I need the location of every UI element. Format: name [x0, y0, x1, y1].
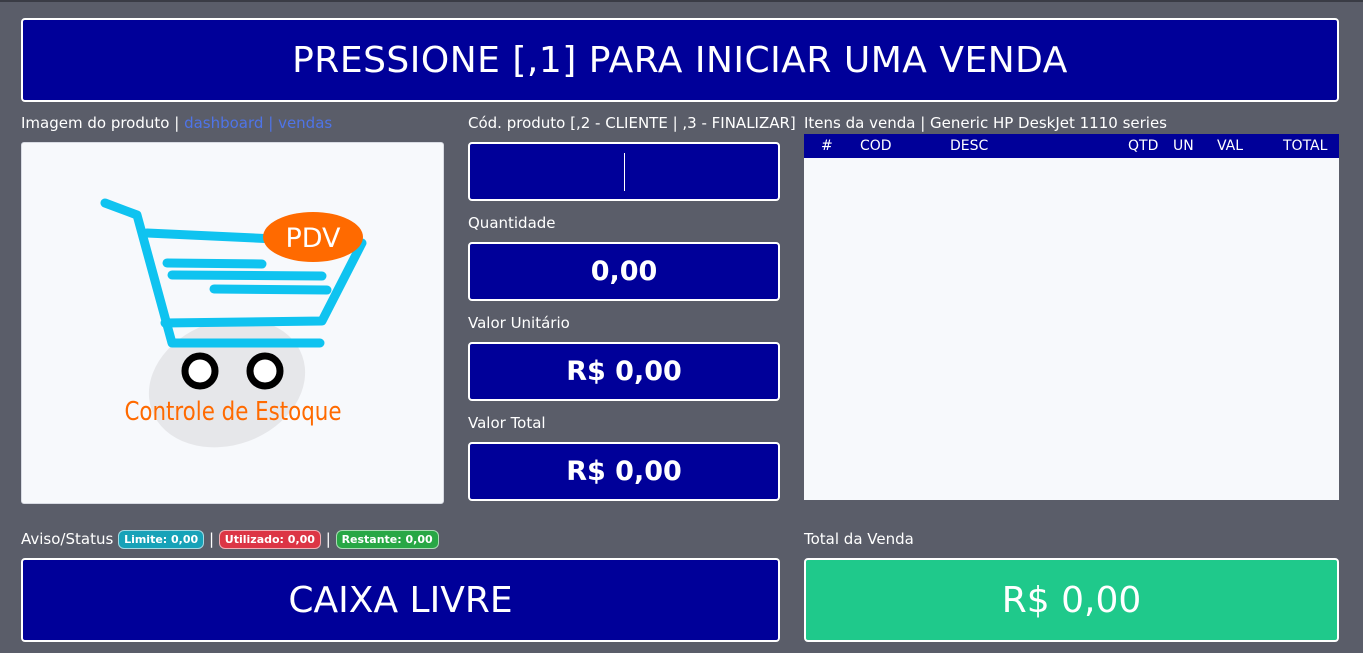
- separator: |: [325, 530, 331, 548]
- limite-badge: Limite: 0,00: [118, 530, 205, 549]
- sale-items-table: # COD DESC QTD UN VAL TOTAL: [804, 134, 1339, 500]
- separator: |: [208, 530, 215, 548]
- pdv-badge-text: PDV: [285, 223, 341, 254]
- sale-total-value: R$ 0,00: [804, 558, 1339, 642]
- column-header-desc: DESC: [950, 138, 989, 154]
- product-code-field[interactable]: [468, 142, 780, 201]
- column-header-un: UN: [1173, 138, 1194, 154]
- cart-wheel: [181, 352, 219, 390]
- column-header-val: VAL: [1217, 138, 1244, 154]
- column-header-number: #: [821, 138, 833, 154]
- text-caret: [624, 153, 625, 191]
- separator: |: [174, 114, 180, 132]
- sale-items-label: Itens da venda | Generic HP DeskJet 1110…: [804, 114, 1167, 132]
- restante-badge: Restante: 0,00: [335, 530, 439, 549]
- dashboard-link[interactable]: dashboard: [184, 114, 263, 132]
- total-value-label: Valor Total: [468, 414, 546, 432]
- image-section-label: Imagem do produto: [21, 114, 170, 132]
- table-header: # COD DESC QTD UN VAL TOTAL: [804, 134, 1339, 158]
- column-header-total: TOTAL: [1283, 138, 1328, 154]
- quantity-field[interactable]: 0,00: [468, 242, 780, 301]
- product-code-label: Cód. produto [,2 - CLIENTE | ,3 - FINALI…: [468, 114, 796, 132]
- column-header-qtd: QTD: [1128, 138, 1159, 154]
- status-row: Aviso/Status Limite: 0,00 | Utilizado: 0…: [21, 530, 439, 549]
- logo-caption: Controle de Estoque: [125, 397, 342, 427]
- sale-total-label: Total da Venda: [804, 530, 914, 548]
- unit-value-label: Valor Unitário: [468, 314, 570, 332]
- total-value-field[interactable]: R$ 0,00: [468, 442, 780, 501]
- status-label: Aviso/Status: [21, 530, 114, 548]
- unit-value-field[interactable]: R$ 0,00: [468, 342, 780, 401]
- vendas-link[interactable]: vendas: [278, 114, 332, 132]
- product-image: PDV Controle de Estoque: [21, 142, 444, 504]
- cashier-status-message: CAIXA LIVRE: [21, 558, 780, 642]
- cart-wheel: [246, 352, 284, 390]
- start-sale-banner: PRESSIONE [,1] PARA INICIAR UMA VENDA: [21, 18, 1339, 102]
- quantity-label: Quantidade: [468, 214, 556, 232]
- image-section-label-row: Imagem do produto | dashboard | vendas: [21, 114, 332, 132]
- pdv-logo: PDV Controle de Estoque: [100, 198, 367, 448]
- separator: |: [268, 114, 274, 132]
- window-top-border: [0, 0, 1363, 2]
- column-header-cod: COD: [860, 138, 892, 154]
- utilizado-badge: Utilizado: 0,00: [218, 530, 321, 549]
